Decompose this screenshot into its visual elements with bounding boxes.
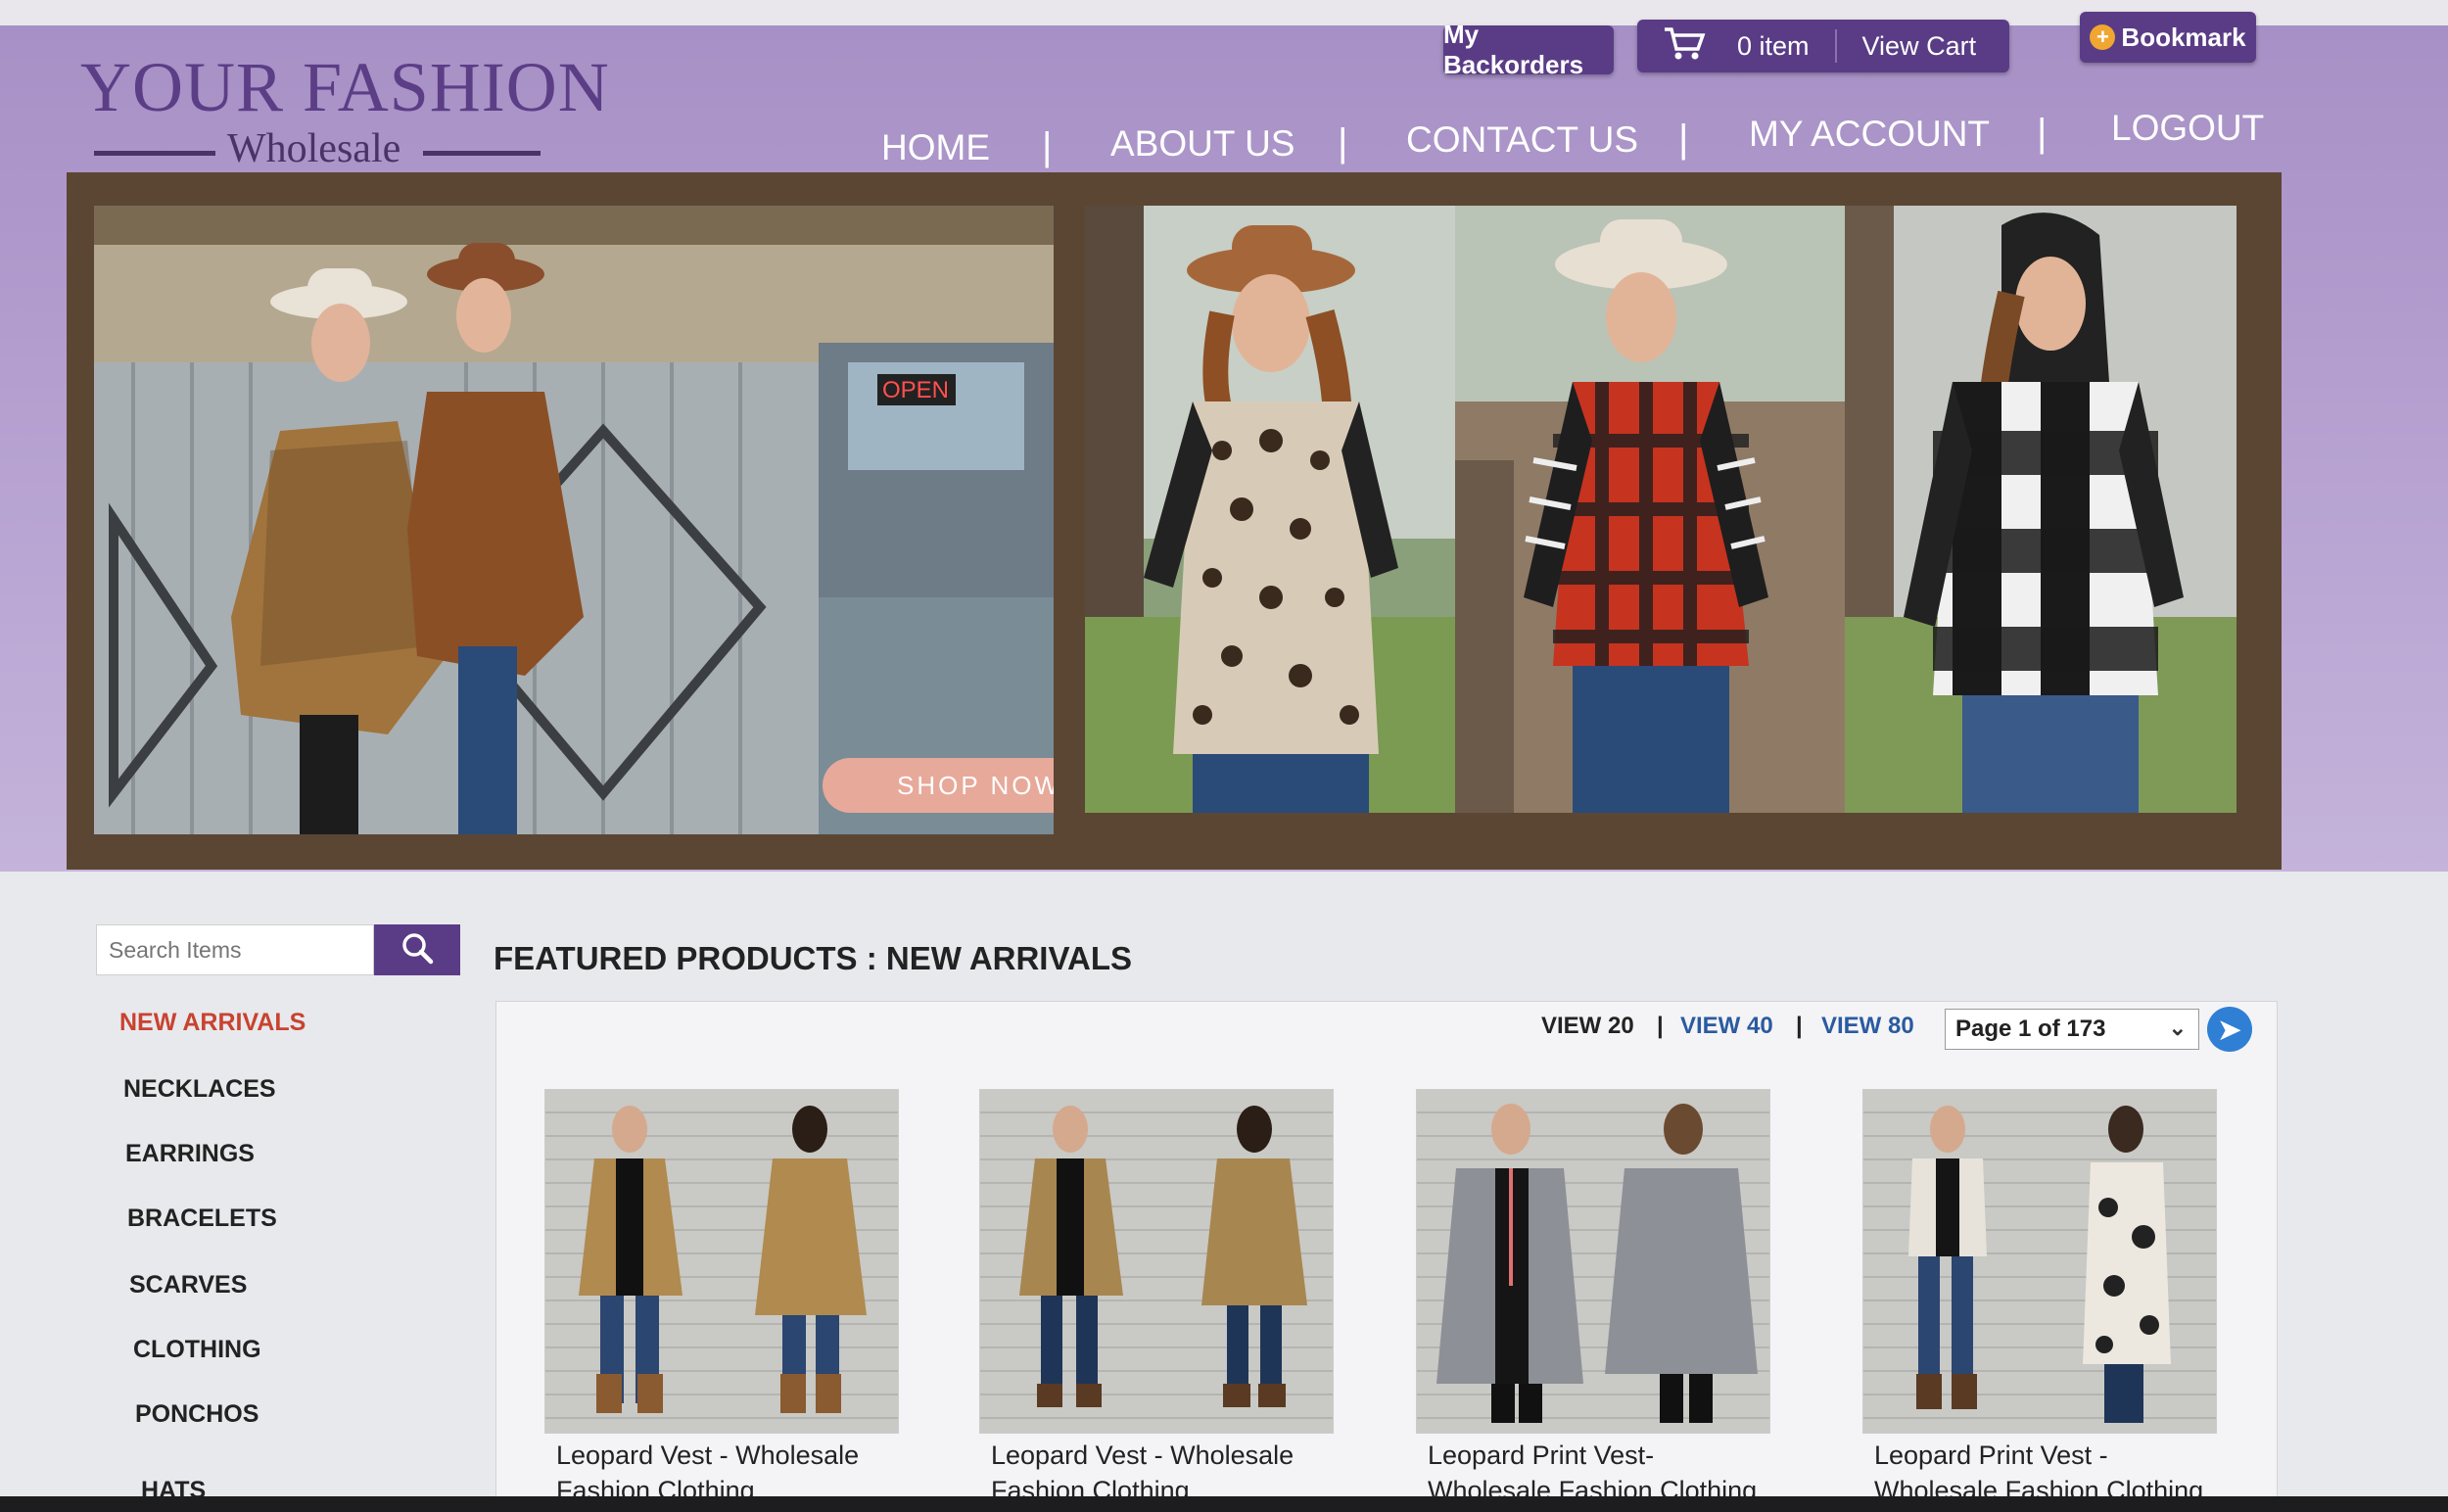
nav-contact-us[interactable]: CONTACT US [1406,119,1638,161]
nav-separator: | [1338,121,1348,165]
product-image[interactable] [544,1089,899,1434]
site-header: YOUR FASHION Wholesale My Backorders 0 i… [0,0,2448,872]
open-sign: OPEN [882,377,949,403]
sidebar-item-new-arrivals[interactable]: NEW ARRIVALS [119,1009,306,1037]
screen-bezel [0,1496,2448,1512]
cart-widget[interactable]: 0 item View Cart [1637,20,2009,72]
hero-banner[interactable]: OPEN SHOP NOW [67,172,2282,870]
banner-image-red-plaid [1455,206,1847,813]
view-separator: | [1796,1013,1803,1039]
nav-home[interactable]: HOME [881,127,990,168]
page-select-value: Page 1 of 173 [1955,1016,2106,1042]
nav-about-us[interactable]: ABOUT US [1110,123,1295,165]
search-icon [400,931,434,969]
view-separator: | [1657,1013,1664,1039]
sidebar-item-bracelets[interactable]: BRACELETS [127,1205,277,1233]
sidebar-item-earrings[interactable]: EARRINGS [125,1140,255,1168]
cart-separator [1834,29,1837,63]
screen: YOUR FASHION Wholesale My Backorders 0 i… [0,0,2448,1512]
site-logo[interactable]: YOUR FASHION Wholesale [80,47,609,174]
bookmark-plus-icon: + [2090,24,2116,50]
banner-image-ponchos: OPEN SHOP NOW [94,206,1054,834]
product-title-line1: Leopard Vest - Wholesale [556,1441,860,1470]
arrow-right-icon: ➤ [2218,1014,2241,1045]
sidebar-item-ponchos[interactable]: PONCHOS [135,1400,259,1429]
nav-logout[interactable]: LOGOUT [2111,108,2264,149]
search-input[interactable] [96,924,374,975]
sidebar-item-necklaces[interactable]: NECKLACES [123,1075,276,1104]
logo-main-text: YOUR FASHION [80,48,610,126]
main-nav: HOME | ABOUT US | CONTACT US | MY ACCOUN… [862,106,2291,168]
product-image[interactable] [1416,1089,1770,1434]
search-button[interactable] [374,924,460,975]
logo-divider-right [423,151,541,156]
page-select[interactable]: Page 1 of 173 ⌄ [1945,1009,2199,1050]
view-80-link[interactable]: VIEW 80 [1821,1013,1914,1040]
my-backorders-button[interactable]: My Backorders [1443,20,1614,79]
logo-sub-text: Wholesale [227,126,401,171]
nav-separator: | [1042,125,1053,168]
view-40-link[interactable]: VIEW 40 [1680,1013,1773,1040]
cart-count: 0 item [1737,30,1810,61]
chevron-down-icon: ⌄ [2168,1016,2187,1040]
nav-separator: | [1678,118,1689,161]
sidebar-item-clothing[interactable]: CLOTHING [133,1336,261,1364]
shop-now-button[interactable]: SHOP NOW [823,758,1054,813]
product-image[interactable] [1862,1089,2217,1434]
banner-image-bw-plaid [1845,206,2236,813]
bookmark-label: Bookmark [2121,22,2246,52]
sidebar-item-scarves[interactable]: SCARVES [129,1271,247,1299]
product-title-line1: Leopard Print Vest - [1874,1441,2108,1470]
view-20-link[interactable]: VIEW 20 [1541,1013,1634,1040]
product-title-line1: Leopard Vest - Wholesale [991,1441,1295,1470]
nav-separator: | [2037,112,2048,155]
nav-my-account[interactable]: MY ACCOUNT [1749,114,1990,155]
featured-heading: FEATURED PRODUCTS : NEW ARRIVALS [494,940,1133,976]
go-page-button[interactable]: ➤ [2207,1007,2252,1052]
logo-divider-left [94,151,215,156]
product-title-line1: Leopard Print Vest- [1428,1441,1655,1470]
cart-icon[interactable] [1663,25,1708,68]
bookmark-button[interactable]: + Bookmark [2080,12,2256,63]
product-image[interactable] [979,1089,1334,1434]
banner-image-leopard-top [1085,206,1457,813]
view-cart-link[interactable]: View Cart [1862,31,1977,62]
